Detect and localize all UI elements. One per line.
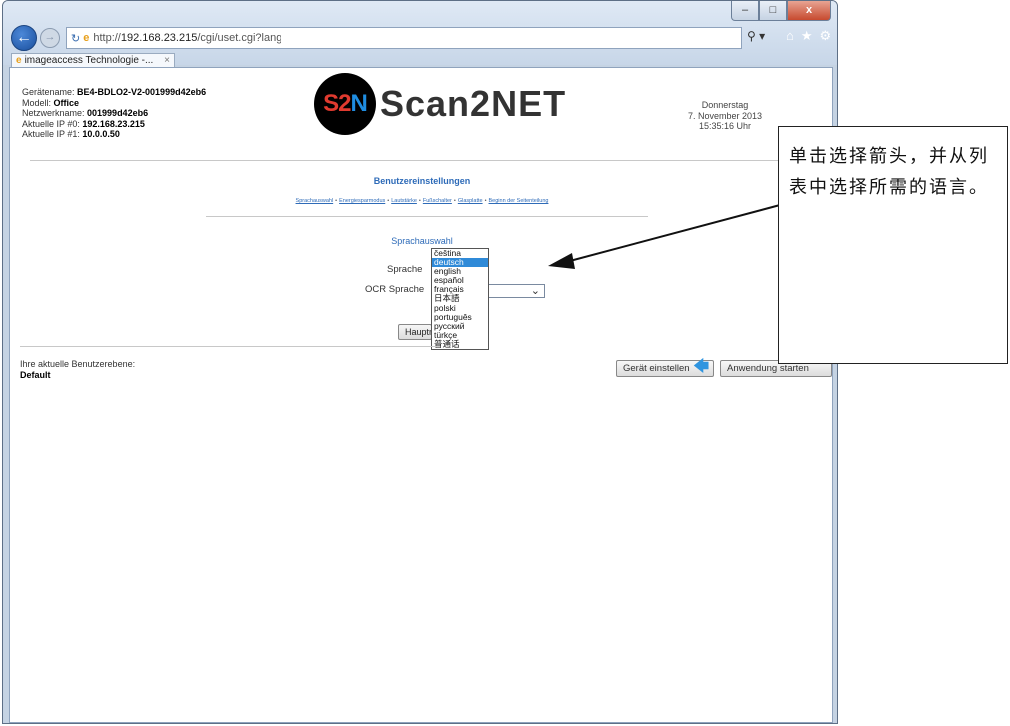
settings-gear-icon[interactable]: ⚙ xyxy=(820,28,837,43)
logo-mark-n: N xyxy=(350,90,368,117)
minimize-button[interactable]: – xyxy=(731,1,759,21)
page-title: Benutzereinstellungen xyxy=(373,176,471,186)
device-name-label: Gerätename: xyxy=(22,87,78,97)
address-prefix: http:// xyxy=(93,32,121,44)
language-label: Sprache xyxy=(387,264,423,275)
user-level: Ihre aktuelle Benutzerebene: Default xyxy=(20,359,135,380)
chevron-down-icon[interactable]: ⌄ xyxy=(531,284,540,297)
model-value: Office xyxy=(53,97,80,108)
instruction-callout: 单击选择箭头，并从列表中选择所需的语言。 xyxy=(778,126,1008,364)
language-dropdown-list[interactable]: čeština deutsch english español français… xyxy=(431,248,489,351)
network-name-label: Netzwerkname: xyxy=(22,108,88,118)
page-content: Gerätename: BE4-BDLO2-V2-001999d42eb6 Mo… xyxy=(9,67,833,723)
forward-icon[interactable]: → xyxy=(40,28,60,48)
subnav-separator: • xyxy=(335,198,338,204)
divider xyxy=(206,216,648,217)
subnav-seitenteilung[interactable]: Beginn der Seitenteilung xyxy=(489,198,549,204)
maximize-button[interactable]: □ xyxy=(759,1,787,21)
logo-mark-s2: S2 xyxy=(323,90,351,117)
time-text: 15:35:16 Uhr xyxy=(698,121,752,131)
arrow-left-icon: 🡄 xyxy=(693,358,710,375)
ocr-language-label: OCR Sprache xyxy=(365,284,425,295)
main-menu-button[interactable]: Hauptmenü xyxy=(398,324,432,340)
ip1-label: Aktuelle IP #1: xyxy=(22,129,83,139)
network-name-value: 001999d42eb6 xyxy=(87,108,149,118)
address-bar-extension[interactable] xyxy=(281,27,742,49)
search-icon[interactable]: ⚲ ▾ xyxy=(747,29,765,43)
ie-icon: e xyxy=(83,32,90,44)
start-application-label: Anwendung starten xyxy=(727,363,809,374)
refresh-icon[interactable]: ↻ xyxy=(71,32,80,45)
subnav-lautstaerke[interactable]: Lautstärke xyxy=(391,198,417,204)
day-text: Donnerstag xyxy=(701,100,749,110)
language-option[interactable]: 普通话 xyxy=(432,339,488,349)
section-title: Sprachauswahl xyxy=(391,236,453,246)
subnav-fussschalter[interactable]: Fußschalter xyxy=(423,198,452,204)
close-window-button[interactable]: x xyxy=(787,1,831,21)
favorites-star-icon[interactable]: ★ xyxy=(801,28,820,43)
settings-subnav: Sprachauswahl • Energiesparmodus • Lautstärk… xyxy=(10,198,834,204)
toolbar-icons: ⌂★⚙ xyxy=(786,28,837,44)
back-icon[interactable]: ← xyxy=(11,25,37,51)
browser-chrome: – □ x ← → ↻ e http://192.168.23.215/cgi/… xyxy=(3,1,837,67)
ie-tab-icon: e xyxy=(16,55,22,66)
window-caption-buttons: – □ x xyxy=(731,1,831,21)
subnav-glasplatte[interactable]: Glasplatte xyxy=(458,198,483,204)
user-level-value: Default xyxy=(20,369,51,380)
subnav-separator: • xyxy=(418,198,421,204)
ip1-value: 10.0.0.50 xyxy=(82,129,120,139)
device-settings-button[interactable]: Gerät einstellen 🡄 xyxy=(616,358,714,377)
user-level-label: Ihre aktuelle Benutzerebene: xyxy=(20,359,136,369)
date-time: Donnerstag 7. November 2013 15:35:16 Uhr xyxy=(670,100,780,132)
logo-mark: S2 N xyxy=(314,73,376,135)
address-host: 192.168.23.215 xyxy=(120,32,198,44)
ip0-value: 192.168.23.215 xyxy=(82,118,145,129)
model-label: Modell: xyxy=(22,97,54,108)
subnav-sprachauswahl[interactable]: Sprachauswahl xyxy=(296,198,334,204)
subnav-separator: • xyxy=(453,198,456,204)
device-info: Gerätename: BE4-BDLO2-V2-001999d42eb6 Mo… xyxy=(22,87,206,140)
subnav-separator: • xyxy=(387,198,390,204)
date-text: 7. November 2013 xyxy=(687,110,763,121)
subnav-energiesparmodus[interactable]: Energiesparmodus xyxy=(339,198,385,204)
ip0-label: Aktuelle IP #0: xyxy=(22,118,83,129)
browser-tab[interactable]: e imageaccess Technologie -... × xyxy=(11,53,175,67)
tab-title: imageaccess Technologie -... xyxy=(24,55,154,66)
device-name-value: BE4-BDLO2-V2-001999d42eb6 xyxy=(77,87,207,97)
subnav-separator: • xyxy=(484,198,487,204)
scan2net-logo: S2 N Scan2NET xyxy=(314,73,566,135)
divider xyxy=(20,346,440,347)
logo-text: Scan2NET xyxy=(380,83,567,124)
browser-window: – □ x ← → ↻ e http://192.168.23.215/cgi/… xyxy=(2,0,838,724)
divider xyxy=(30,160,804,161)
tab-close-icon[interactable]: × xyxy=(164,55,170,66)
device-settings-label: Gerät einstellen xyxy=(623,363,690,374)
home-icon[interactable]: ⌂ xyxy=(786,28,801,43)
